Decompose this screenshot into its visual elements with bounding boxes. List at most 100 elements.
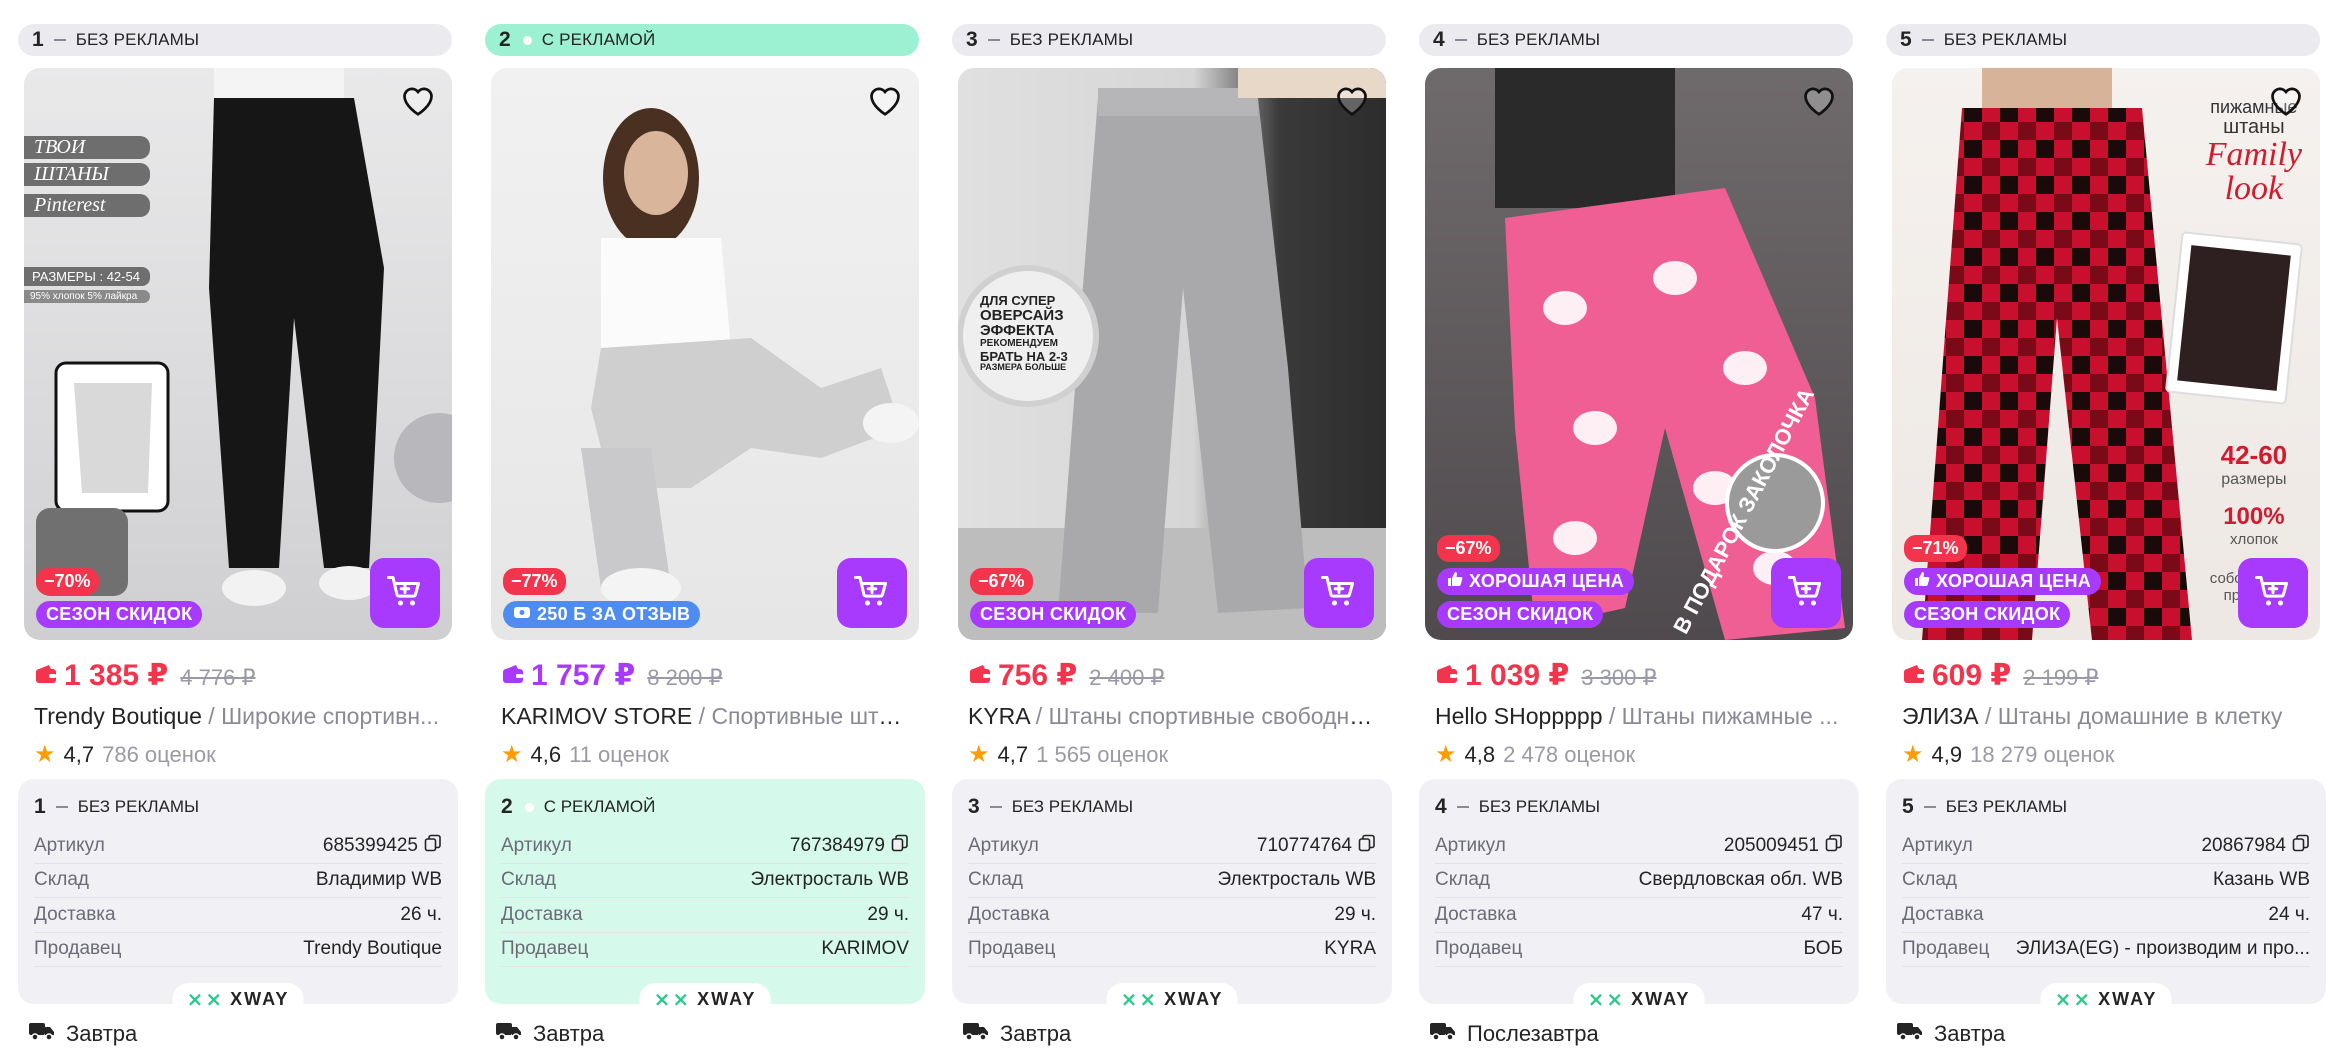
product-card[interactable]: 3 БЕЗ РЕКЛАМЫ ДЛЯ СУПЕР ОВЕРСАЙЗ ЭФФЕКТА… — [952, 24, 1392, 1048]
product-image[interactable]: −77% 250 Б ЗА ОТЗЫВ — [491, 68, 919, 640]
product-image[interactable]: пижамные штаны Family look 42-60 размеры… — [1892, 68, 2320, 640]
product-image[interactable]: ДЛЯ СУПЕР ОВЕРСАЙЗ ЭФФЕКТА РЕКОМЕНДУЕМ Б… — [958, 68, 1386, 640]
product-card[interactable]: 5 БЕЗ РЕКЛАМЫ пижамные штаны Family look… — [1886, 24, 2326, 1048]
product-title[interactable]: Trendy Boutique / Широкие спортивн... — [34, 703, 444, 730]
old-price: 2 199 ₽ — [2023, 664, 2099, 690]
product-image[interactable]: В ПОДАРОК ЗАКОЛОЧКА −67% ХОРОШАЯ ЦЕНА СЕЗ… — [1425, 68, 1853, 640]
product-card[interactable]: 4 БЕЗ РЕКЛАМЫ В ПОДАРОК ЗАКОЛОЧКА −67% Х… — [1419, 24, 1859, 1048]
brand-name[interactable]: KYRA — [968, 703, 1029, 729]
favorite-heart-icon[interactable] — [396, 78, 440, 122]
delivery-date: Завтра — [962, 1020, 1386, 1048]
reviews-count[interactable]: 18 279 оценок — [1970, 742, 2114, 768]
copy-icon[interactable] — [1825, 834, 1843, 858]
seller-value[interactable]: Trendy Boutique — [303, 938, 442, 960]
badge-stack: −77% 250 Б ЗА ОТЗЫВ — [503, 568, 701, 628]
product-name[interactable]: / Штаны спортивные свободны... — [1029, 703, 1378, 729]
warehouse-value: Казань WB — [2213, 869, 2310, 891]
position-bar: 5 БЕЗ РЕКЛАМЫ — [1886, 24, 2320, 56]
product-name[interactable]: / Штаны домашние в клетку — [1979, 703, 2282, 729]
promo-tag: 250 Б ЗА ОТЗЫВ — [503, 601, 701, 628]
seller-value[interactable]: KARIMOV — [821, 938, 909, 960]
rating-value: 4,7 — [63, 741, 95, 767]
ad-status-label: С РЕКЛАМОЙ — [541, 30, 656, 49]
position-number: 2 — [499, 28, 511, 51]
info-position-header: 2 С РЕКЛАМОЙ — [501, 795, 656, 818]
reviews-count[interactable]: 786 оценок — [102, 742, 216, 768]
old-price: 3 300 ₽ — [1581, 664, 1657, 690]
promo-tag: СЕЗОН СКИДОК — [36, 601, 203, 628]
promo-tag: ХОРОШАЯ ЦЕНА — [1904, 568, 2102, 595]
product-title[interactable]: Hello SHoppppp / Штаны пижамные ... — [1435, 703, 1845, 730]
rating-value: 4,9 — [1931, 741, 1963, 767]
xway-info-panel: 2 С РЕКЛАМОЙ Артикул 767384979 Склад Эле… — [485, 779, 925, 1016]
brand-name[interactable]: ЭЛИЗА — [1902, 703, 1979, 729]
article-value: 685399425 — [322, 834, 418, 856]
product-title[interactable]: KYRA / Штаны спортивные свободны... — [968, 703, 1378, 730]
favorite-heart-icon[interactable] — [1330, 78, 1374, 122]
favorite-heart-icon[interactable] — [2264, 78, 2308, 122]
thumb-up-icon — [1447, 571, 1463, 592]
warehouse-value: Электросталь WB — [750, 869, 909, 891]
info-position-header: 3 БЕЗ РЕКЛАМЫ — [968, 795, 1134, 818]
favorite-heart-icon[interactable] — [863, 78, 907, 122]
product-card[interactable]: 2 С РЕКЛАМОЙ −77% 250 Б ЗА ОТЗЫВ 1 757 ₽ — [485, 24, 925, 1048]
product-name[interactable]: / Штаны пижамные ... — [1603, 703, 1838, 729]
copy-icon[interactable] — [424, 834, 442, 858]
favorite-heart-icon[interactable] — [1797, 78, 1841, 122]
product-title[interactable]: ЭЛИЗА / Штаны домашние в клетку — [1902, 703, 2312, 730]
ad-status-label: БЕЗ РЕКЛАМЫ — [1009, 30, 1134, 49]
reviews-count[interactable]: 11 оценок — [569, 742, 669, 768]
copy-icon[interactable] — [891, 834, 909, 858]
xway-mark-icon: ⨯⨯ — [1120, 989, 1159, 1011]
rating-row: ★ 4,9 18 279 оценок — [1902, 740, 2320, 769]
product-name[interactable]: / Широкие спортивн... — [202, 703, 439, 729]
product-title[interactable]: KARIMOV STORE / Спортивные штан... — [501, 703, 911, 730]
badge-stack: −71% ХОРОШАЯ ЦЕНА СЕЗОН СКИДОК — [1904, 535, 2102, 628]
product-card[interactable]: 1 БЕЗ РЕКЛАМЫ ТВОИ ШТАНЫ Pinterest РАЗМЕ… — [18, 24, 458, 1048]
brand-name[interactable]: KARIMOV STORE — [501, 703, 692, 729]
rating-value: 4,8 — [1464, 741, 1496, 767]
dash-icon — [1923, 806, 1936, 808]
info-position-header: 1 БЕЗ РЕКЛАМЫ — [34, 795, 200, 818]
add-to-cart-button[interactable] — [1304, 558, 1374, 628]
position-bar: 1 БЕЗ РЕКЛАМЫ — [18, 24, 452, 56]
rating-row: ★ 4,7 1 565 оценок — [968, 740, 1386, 769]
info-position-header: 5 БЕЗ РЕКЛАМЫ — [1902, 795, 2068, 818]
warehouse-row: Склад Казань WB — [1902, 864, 2310, 898]
discount-badge: −71% — [1904, 535, 1967, 562]
seller-value[interactable]: KYRA — [1324, 938, 1376, 960]
xway-info-panel: 5 БЕЗ РЕКЛАМЫ Артикул 20867984 Склад Каз… — [1886, 779, 2326, 1016]
seller-value[interactable]: БОБ — [1803, 938, 1843, 960]
star-icon: ★ — [968, 741, 990, 768]
current-price: 609 ₽ — [1902, 658, 2011, 693]
warehouse-row: Склад Электросталь WB — [501, 864, 909, 898]
product-image[interactable]: ТВОИ ШТАНЫ Pinterest РАЗМЕРЫ : 42-54 95%… — [24, 68, 452, 640]
article-value: 767384979 — [789, 834, 885, 856]
brand-name[interactable]: Hello SHoppppp — [1435, 703, 1603, 729]
position-bar: 3 БЕЗ РЕКЛАМЫ — [952, 24, 1386, 56]
add-to-cart-button[interactable] — [837, 558, 907, 628]
xway-info-panel: 1 БЕЗ РЕКЛАМЫ Артикул 685399425 Склад Вл… — [18, 779, 458, 1016]
copy-icon[interactable] — [1358, 834, 1376, 858]
brand-name[interactable]: Trendy Boutique — [34, 703, 202, 729]
reviews-count[interactable]: 2 478 оценок — [1503, 742, 1635, 768]
ad-dot-icon — [524, 802, 534, 812]
add-to-cart-button[interactable] — [370, 558, 440, 628]
rating-row: ★ 4,7 786 оценок — [34, 740, 452, 769]
delivery-time-row: Доставка 29 ч. — [968, 898, 1376, 933]
add-to-cart-button[interactable] — [2238, 558, 2308, 628]
xway-mark-icon: ⨯⨯ — [186, 989, 225, 1011]
xway-logo: ⨯⨯ XWAY — [1106, 983, 1238, 1016]
cart-icon — [1321, 574, 1357, 613]
current-price: 1 385 ₽ — [34, 658, 168, 693]
promo-tag: СЕЗОН СКИДОК — [1437, 601, 1604, 628]
badge-stack: −67% СЕЗОН СКИДОК — [970, 568, 1137, 628]
add-to-cart-button[interactable] — [1771, 558, 1841, 628]
reviews-count[interactable]: 1 565 оценок — [1036, 742, 1168, 768]
delivery-date: Завтра — [28, 1020, 452, 1048]
truck-icon — [962, 1020, 990, 1048]
product-name[interactable]: / Спортивные штан... — [692, 703, 911, 729]
copy-icon[interactable] — [2292, 834, 2310, 858]
seller-value[interactable]: ЭЛИЗА(EG) - производим и про... — [2016, 938, 2310, 960]
photo-overlay-text: ТВОИ ШТАНЫ Pinterest РАЗМЕРЫ : 42-54 95%… — [24, 136, 154, 303]
